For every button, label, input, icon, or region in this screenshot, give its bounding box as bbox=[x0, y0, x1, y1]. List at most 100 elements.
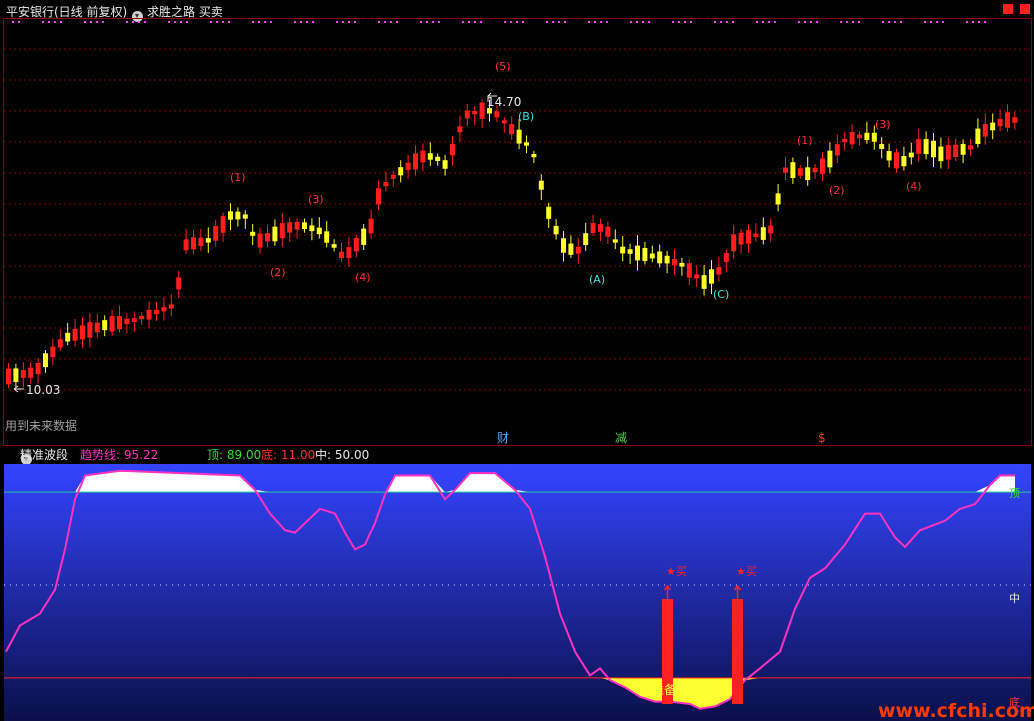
wave-label: (3) bbox=[308, 193, 324, 206]
candle-body bbox=[775, 193, 781, 205]
signal-dot bbox=[636, 21, 638, 23]
signal-dot bbox=[972, 21, 974, 23]
candle-body bbox=[161, 307, 167, 312]
signal-dot bbox=[810, 21, 812, 23]
signal-dot bbox=[138, 21, 140, 23]
signal-dot bbox=[468, 21, 470, 23]
signal-dot bbox=[924, 21, 926, 23]
wave-label: (5) bbox=[495, 60, 511, 73]
candle-body bbox=[117, 316, 122, 330]
signal-dot bbox=[606, 21, 608, 23]
candle-body bbox=[879, 144, 885, 149]
candle-body bbox=[154, 309, 159, 315]
signal-dot bbox=[12, 21, 14, 23]
candle-body bbox=[242, 214, 248, 219]
candle-body bbox=[228, 211, 233, 220]
candle-body bbox=[916, 139, 922, 154]
candle-body bbox=[575, 246, 581, 254]
signal-dot bbox=[714, 21, 716, 23]
candle-body bbox=[250, 231, 256, 236]
signal-dot bbox=[180, 21, 182, 23]
wave-label: (1) bbox=[797, 134, 813, 147]
signal-dot bbox=[342, 21, 344, 23]
signal-dot bbox=[300, 21, 302, 23]
wave-label: (C) bbox=[713, 288, 730, 301]
candle-body bbox=[553, 225, 559, 235]
candle-body bbox=[975, 128, 981, 145]
signal-dot bbox=[258, 21, 260, 23]
candle-body bbox=[457, 126, 463, 133]
candle-body bbox=[524, 142, 529, 146]
signal-dot bbox=[510, 21, 512, 23]
candle-body bbox=[590, 223, 596, 233]
candle-body bbox=[294, 221, 300, 230]
signal-dot bbox=[720, 21, 722, 23]
signal-dot bbox=[978, 21, 980, 23]
candle-body bbox=[908, 152, 914, 158]
signal-dot bbox=[132, 21, 134, 23]
wave-label: (A) bbox=[589, 273, 606, 286]
candle-body bbox=[6, 368, 11, 385]
candle-body bbox=[657, 251, 663, 264]
future-data-warning: 用到未来数据 bbox=[5, 419, 78, 433]
candle-body bbox=[316, 227, 322, 235]
signal-dot bbox=[546, 21, 548, 23]
candle-body bbox=[509, 124, 515, 135]
candle-body bbox=[346, 247, 352, 259]
candle-body bbox=[746, 230, 751, 244]
signal-dot bbox=[648, 21, 650, 23]
candle-body bbox=[649, 253, 655, 259]
candle-body bbox=[213, 225, 219, 241]
signal-dot bbox=[858, 21, 860, 23]
price-panel-frame bbox=[3, 18, 1032, 446]
signal-dot bbox=[96, 21, 98, 23]
wave-label: (2) bbox=[829, 184, 845, 197]
signal-dot bbox=[588, 21, 590, 23]
candle-body bbox=[405, 162, 411, 170]
signal-dot bbox=[48, 21, 50, 23]
candle-body bbox=[538, 180, 544, 190]
signal-dot bbox=[312, 21, 314, 23]
candle-body bbox=[642, 248, 648, 261]
signal-dot bbox=[756, 21, 758, 23]
buy-signal: ★买 bbox=[736, 565, 757, 578]
wave-label: (4) bbox=[906, 180, 922, 193]
signal-dot bbox=[348, 21, 350, 23]
wave-label: (4) bbox=[355, 271, 371, 284]
candle-body bbox=[35, 363, 41, 375]
signal-dot bbox=[762, 21, 764, 23]
signal-dot bbox=[42, 21, 44, 23]
price-chart[interactable] bbox=[0, 0, 1034, 446]
candle-body bbox=[568, 243, 574, 255]
candle-body bbox=[20, 370, 26, 378]
top-level-value: 顶: 89.00 bbox=[207, 448, 262, 462]
candle-body bbox=[997, 119, 1003, 127]
candle-body bbox=[820, 158, 825, 175]
signal-dot bbox=[306, 21, 308, 23]
financial-report-marker[interactable]: 财 bbox=[497, 431, 509, 445]
signal-dot bbox=[942, 21, 944, 23]
signal-dot bbox=[504, 21, 506, 23]
signal-dot bbox=[774, 21, 776, 23]
dividend-marker[interactable]: $ bbox=[818, 431, 826, 445]
candle-body bbox=[701, 275, 707, 289]
reduction-marker[interactable]: 减 bbox=[615, 431, 627, 445]
candle-body bbox=[694, 274, 700, 279]
candle-body bbox=[361, 228, 367, 246]
signal-dot bbox=[678, 21, 680, 23]
candle-body bbox=[413, 153, 418, 170]
high-price-label: 14.70 bbox=[487, 95, 522, 109]
indicator-chart[interactable] bbox=[0, 464, 1034, 721]
signal-dot bbox=[672, 21, 674, 23]
candle-body bbox=[124, 318, 130, 325]
signal-dot bbox=[888, 21, 890, 23]
candle-body bbox=[450, 143, 455, 156]
signal-dot bbox=[84, 21, 86, 23]
candle-body bbox=[968, 145, 973, 150]
candle-body bbox=[886, 151, 892, 161]
signal-dot bbox=[564, 21, 566, 23]
signal-dot bbox=[816, 21, 818, 23]
candle-body bbox=[102, 320, 108, 331]
candle-body bbox=[109, 316, 115, 332]
wave-label: (3) bbox=[875, 118, 891, 131]
